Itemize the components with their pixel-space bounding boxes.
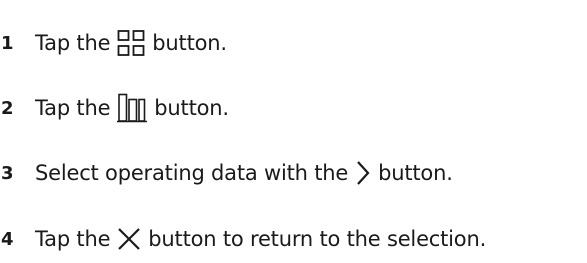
instruction-steps: 1 Tap the button. 2 Tap the button. 3 Se… bbox=[0, 0, 587, 263]
grid-view-icon bbox=[117, 29, 145, 57]
step-3: 3 Select operating data with the button. bbox=[0, 153, 453, 193]
step-number: 2 bbox=[1, 97, 14, 119]
bar-chart-icon bbox=[117, 93, 148, 123]
step-text-before: Select operating data with the bbox=[35, 161, 349, 185]
step-number: 3 bbox=[1, 162, 14, 184]
step-text-after: button. bbox=[378, 161, 453, 185]
step-number: 1 bbox=[1, 32, 14, 54]
step-number: 4 bbox=[1, 228, 14, 250]
step-1: 1 Tap the button. bbox=[0, 23, 227, 63]
step-text-before: Tap the bbox=[35, 96, 111, 120]
step-2: 2 Tap the button. bbox=[0, 88, 229, 128]
step-text-after: button. bbox=[154, 96, 229, 120]
step-text-after: button. bbox=[152, 31, 227, 55]
step-text-before: Tap the bbox=[35, 227, 111, 251]
step-4: 4 Tap the button to return to the select… bbox=[0, 219, 486, 259]
step-text-after: button to return to the selection. bbox=[148, 227, 487, 251]
close-icon bbox=[117, 227, 141, 251]
chevron-right-icon bbox=[355, 160, 371, 186]
step-text-before: Tap the bbox=[35, 31, 111, 55]
